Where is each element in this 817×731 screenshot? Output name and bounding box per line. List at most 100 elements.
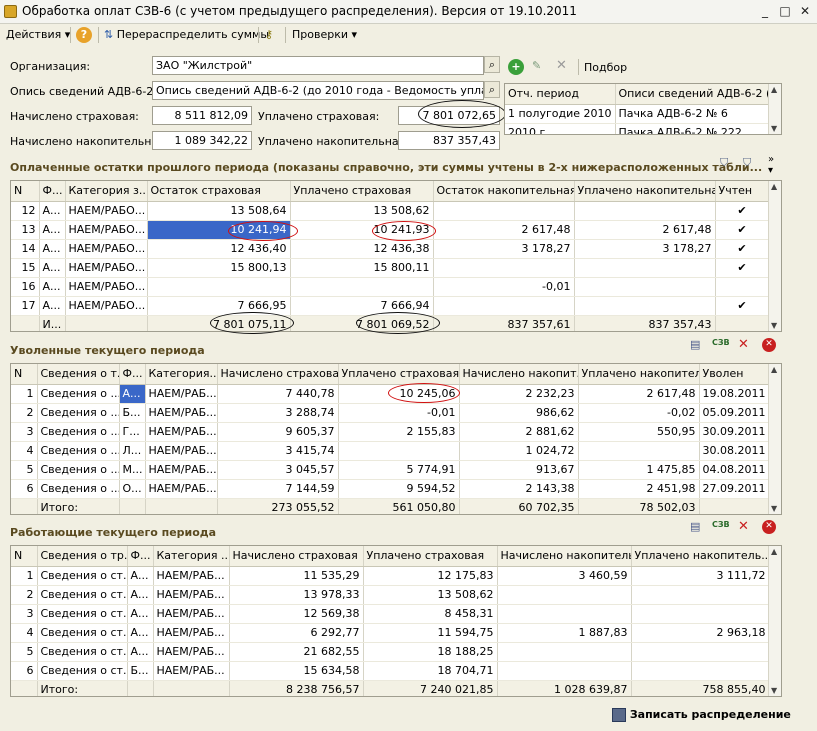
org-search-icon[interactable]: ⌕ xyxy=(484,56,500,73)
table-row[interactable]: 4 Сведения о ... Л... НАЕМ/РАБ... 3 415,74 1 … xyxy=(11,441,770,461)
cell: 4 xyxy=(11,441,38,461)
check-icon[interactable]: ✔ xyxy=(715,201,770,221)
col-header[interactable]: Уплачено страховая xyxy=(290,181,434,202)
annotation-circle xyxy=(372,221,436,241)
checks-menu[interactable]: Проверки ▾ xyxy=(292,27,357,43)
col-header[interactable]: Сведения о т... xyxy=(37,364,120,385)
check-icon[interactable]: ✔ xyxy=(715,296,770,316)
edit-icon[interactable]: ✎ xyxy=(532,59,541,72)
col-header[interactable]: Начислено страховая xyxy=(217,364,339,385)
save-distribution-button[interactable]: Записать распределение xyxy=(612,708,791,722)
redistribute-button[interactable]: ⇅ Перераспределить суммы xyxy=(104,27,269,43)
col-header[interactable]: Категория ... xyxy=(153,546,230,567)
scrollbar[interactable]: ▲ ▼ xyxy=(768,84,781,134)
cell: 60 702,35 xyxy=(459,497,579,514)
check-icon[interactable] xyxy=(715,277,770,297)
scrollbar[interactable]: ▲ ▼ xyxy=(768,181,781,331)
col-header[interactable]: Категория... xyxy=(145,364,218,385)
actions-menu[interactable]: Действия ▾ xyxy=(6,27,70,43)
col-header[interactable]: Остаток накопительная xyxy=(433,181,575,202)
table-row[interactable]: 3 Сведения о ст... А... НАЕМ/РАБ... 12 569,3… xyxy=(11,604,770,624)
org-field[interactable]: ЗАО "Жилстрой" xyxy=(152,56,484,75)
toolbar-divider xyxy=(578,59,579,75)
col-header[interactable]: Уплачено страховая xyxy=(338,364,460,385)
table-row[interactable]: 6 Сведения о ст... Б... НАЕМ/РАБ... 15 634,5… xyxy=(11,661,770,681)
table-row[interactable]: 1 Сведения о ст... А... НАЕМ/РАБ... 11 535,2… xyxy=(11,566,770,586)
cell: А... xyxy=(39,220,66,240)
report-icon[interactable]: ▤ xyxy=(690,338,700,351)
col-header[interactable]: N xyxy=(11,364,38,385)
key-icon[interactable]: ⚷ xyxy=(265,27,273,43)
col-header[interactable]: Уплачено накопитель... xyxy=(631,546,770,567)
cell: Сведения о ... xyxy=(37,384,120,404)
table-row[interactable]: 14 А... НАЕМ/РАБО... 12 436,40 12 436,38 3 17… xyxy=(11,239,770,259)
table-row[interactable]: 1 полугодие 2010 г. Пачка АДВ-6-2 № 6 xyxy=(505,104,771,124)
delete-icon[interactable]: ✕ xyxy=(738,337,749,352)
col-header[interactable]: Сведения о тр... xyxy=(37,546,128,567)
table-row[interactable]: 15 А... НАЕМ/РАБО... 15 800,13 15 800,11 ✔ xyxy=(11,258,770,278)
adv-search-icon[interactable]: ⌕ xyxy=(484,81,500,98)
cancel-icon[interactable]: ✕ xyxy=(762,338,776,352)
ins-paid-label: Уплачено страховая: xyxy=(258,110,380,123)
picker-col-period[interactable]: Отч. период xyxy=(505,84,616,105)
picker-table: Отч. период Описи сведений АДВ-6-2 (пр 1 … xyxy=(504,83,782,135)
cancel-icon[interactable]: ✕ xyxy=(762,520,776,534)
help-icon[interactable]: ? xyxy=(76,27,92,43)
add-icon[interactable]: + xyxy=(508,59,524,75)
col-header[interactable]: Учтен xyxy=(715,181,770,202)
picker-col-desc[interactable]: Описи сведений АДВ-6-2 (пр xyxy=(615,84,771,105)
table-row[interactable]: 5 Сведения о ст... А... НАЕМ/РАБ... 21 682,5… xyxy=(11,642,770,662)
check-icon[interactable]: ✔ xyxy=(715,258,770,278)
col-header[interactable]: N xyxy=(11,546,38,567)
col-header[interactable]: Ф... xyxy=(127,546,154,567)
col-header[interactable]: Ф... xyxy=(119,364,146,385)
table-row[interactable]: 2 Сведения о ... Б... НАЕМ/РАБ... 3 288,74 -0… xyxy=(11,403,770,423)
report-icon[interactable]: ▤ xyxy=(690,520,700,533)
check-icon[interactable]: ✔ xyxy=(715,220,770,240)
col-header[interactable]: Начислено накопит... xyxy=(459,364,579,385)
col-header[interactable]: Категория з... xyxy=(65,181,148,202)
szv-icon[interactable]: СЗВ xyxy=(712,338,730,347)
more-icon[interactable]: » ▾ xyxy=(768,154,774,176)
delete-icon[interactable]: ✕ xyxy=(738,519,749,534)
col-header[interactable]: Уплачено страховая xyxy=(363,546,498,567)
table-row[interactable]: 3 Сведения о ... Г... НАЕМ/РАБ... 9 605,37 2 … xyxy=(11,422,770,442)
filter-icon[interactable]: ⛉ xyxy=(720,156,728,170)
szv-icon[interactable]: СЗВ xyxy=(712,520,730,529)
col-header[interactable]: Остаток страховая xyxy=(147,181,291,202)
cell xyxy=(433,296,575,316)
maximize-icon[interactable]: □ xyxy=(776,3,794,20)
table-row[interactable]: 2 Сведения о ст... А... НАЕМ/РАБ... 13 978,3… xyxy=(11,585,770,605)
toolbar-divider xyxy=(258,27,259,43)
delete-icon[interactable]: ✕ xyxy=(556,58,567,73)
cell: 21 682,55 xyxy=(229,642,364,662)
cell xyxy=(631,604,770,624)
table-row[interactable]: 16 А... НАЕМ/РАБО... -0,01 xyxy=(11,277,770,297)
table-row[interactable]: 12 А... НАЕМ/РАБО... 13 508,64 13 508,62 ✔ xyxy=(11,201,770,221)
scrollbar[interactable]: ▲ ▼ xyxy=(768,546,781,696)
close-icon[interactable]: ✕ xyxy=(796,3,814,20)
col-header[interactable]: Ф... xyxy=(39,181,66,202)
cell: НАЕМ/РАБО... xyxy=(65,239,148,259)
col-header[interactable]: N xyxy=(11,181,40,202)
cell xyxy=(574,258,716,278)
table-row[interactable]: 6 Сведения о ... О... НАЕМ/РАБ... 7 144,59 9 … xyxy=(11,479,770,499)
col-header[interactable]: Уволен xyxy=(699,364,770,385)
col-header[interactable]: Начислено страховая xyxy=(229,546,364,567)
select-button[interactable]: Подбор xyxy=(584,61,627,74)
cell: 2 451,98 xyxy=(578,479,700,499)
col-header[interactable]: Уплачено накопител... xyxy=(578,364,700,385)
minimize-icon[interactable]: _ xyxy=(756,3,774,20)
col-header[interactable]: Начислено накопитель... xyxy=(497,546,632,567)
col-header[interactable]: Уплачено накопительная xyxy=(574,181,716,202)
table-row[interactable]: 4 Сведения о ст... А... НАЕМ/РАБ... 6 292,77… xyxy=(11,623,770,643)
check-icon[interactable]: ✔ xyxy=(715,239,770,259)
table-row[interactable]: 5 Сведения о ... М... НАЕМ/РАБ... 3 045,57 5 … xyxy=(11,460,770,480)
scrollbar[interactable]: ▲ ▼ xyxy=(768,364,781,514)
table-row[interactable]: 2010 г. Пачка АДВ-6-2 № 222 xyxy=(505,123,771,134)
cell: 5 xyxy=(11,460,38,480)
filter-clear-icon[interactable]: ⛉ xyxy=(743,156,751,170)
adv-field[interactable]: Опись сведений АДВ-6-2 (до 2010 года - В… xyxy=(152,81,484,100)
cell: 11 594,75 xyxy=(363,623,498,643)
cell: А... xyxy=(127,566,154,586)
